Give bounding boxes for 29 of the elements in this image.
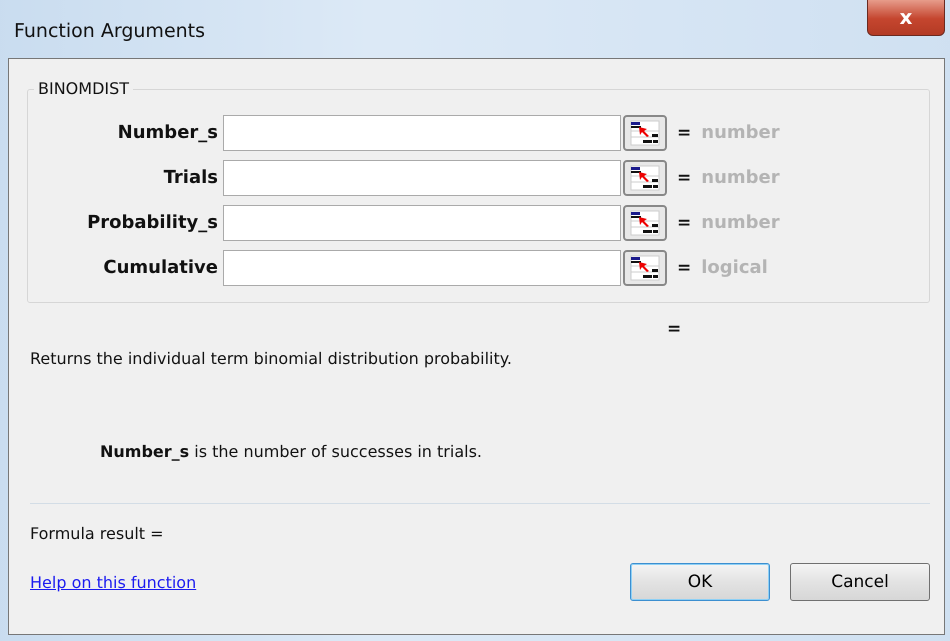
argument-label: Probability_s (86, 212, 219, 233)
argument-field[interactable] (223, 250, 621, 286)
collapse-dialog-icon[interactable] (623, 160, 667, 196)
argument-field[interactable] (223, 204, 621, 240)
argument-field[interactable] (223, 114, 621, 150)
close-button[interactable]: x (867, 0, 945, 36)
formula-result: Formula result = (30, 524, 165, 543)
dialog-button[interactable]: OK (630, 563, 770, 601)
argument-label: Trials (162, 167, 219, 188)
argument-type: number (701, 212, 780, 233)
argument-type: logical (701, 257, 768, 278)
argument-field[interactable] (223, 160, 621, 196)
function-description: Returns the individual term binomial distribution probability. (30, 349, 514, 368)
dialog-button[interactable]: Cancel (790, 563, 930, 601)
argument-description: Number_s is the number of successes in trials. (100, 442, 483, 461)
equals-sign: = (677, 122, 692, 142)
argument-label: Number_s (116, 122, 219, 143)
argument-label: Cumulative (102, 257, 219, 278)
equals-sign: = (677, 168, 692, 188)
window-title: Function Arguments (14, 20, 206, 42)
equals-sign: = (677, 258, 692, 278)
collapse-dialog-icon[interactable] (623, 250, 667, 286)
result-equals: = (667, 319, 682, 339)
argument-type: number (701, 167, 780, 188)
argument-type: number (701, 122, 780, 143)
help-link[interactable]: Help on this function (30, 572, 196, 592)
collapse-dialog-icon[interactable] (623, 114, 667, 150)
collapse-dialog-icon[interactable] (623, 204, 667, 240)
equals-sign: = (677, 212, 692, 232)
